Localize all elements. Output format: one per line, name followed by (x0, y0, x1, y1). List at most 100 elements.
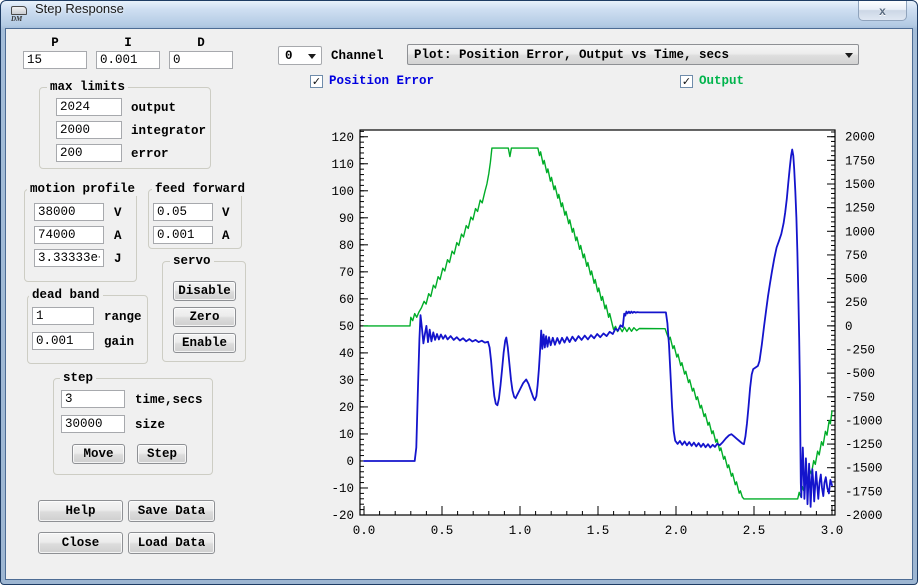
svg-text:110: 110 (331, 158, 354, 172)
title-bar[interactable]: DM Step Response x (1, 1, 917, 28)
help-button[interactable]: Help (38, 500, 123, 522)
check-icon: ✓ (312, 76, 321, 87)
ff-accel-input[interactable] (153, 226, 213, 244)
svg-text:30: 30 (339, 374, 354, 388)
max-limits-title: max limits (47, 80, 128, 94)
svg-text:1.0: 1.0 (509, 524, 532, 538)
velocity-label: V (114, 206, 122, 220)
ff-velocity-input[interactable] (153, 203, 213, 221)
svg-text:500: 500 (845, 273, 868, 287)
svg-text:750: 750 (845, 249, 868, 263)
channel-label: Channel (331, 49, 384, 63)
step-time-input[interactable] (61, 390, 125, 408)
svg-text:40: 40 (339, 347, 354, 361)
jerk-input[interactable] (34, 249, 104, 267)
svg-text:1250: 1250 (845, 202, 875, 216)
max-output-input[interactable] (56, 98, 122, 116)
jerk-label: J (114, 252, 122, 266)
svg-text:80: 80 (339, 239, 354, 253)
svg-text:2.5: 2.5 (743, 524, 766, 538)
accel-input[interactable] (34, 226, 104, 244)
svg-text:-1500: -1500 (845, 462, 883, 476)
servo-title: servo (170, 254, 214, 268)
check-icon: ✓ (682, 76, 691, 87)
svg-text:1000: 1000 (845, 225, 875, 239)
svg-text:-1750: -1750 (845, 485, 883, 499)
gain-input[interactable] (32, 332, 94, 350)
svg-text:3.0: 3.0 (821, 524, 844, 538)
step-response-window: DM Step Response x P I D 0 Channel Plot:… (0, 0, 918, 585)
step-size-label: size (135, 418, 165, 432)
ff-accel-label: A (222, 229, 230, 243)
enable-button[interactable]: Enable (173, 333, 236, 353)
i-label: I (96, 36, 160, 50)
svg-text:-250: -250 (845, 344, 875, 358)
svg-text:10: 10 (339, 428, 354, 442)
svg-text:250: 250 (845, 296, 868, 310)
svg-text:-20: -20 (331, 509, 354, 523)
max-integrator-label: integrator (131, 124, 206, 138)
close-dialog-button[interactable]: Close (38, 532, 123, 554)
p-input[interactable] (23, 51, 87, 69)
step-size-input[interactable] (61, 415, 125, 433)
p-label: P (23, 36, 87, 50)
plot-select-value: Plot: Position Error, Output vs Time, se… (414, 48, 729, 62)
app-icon: DM (10, 5, 30, 24)
output-label: Output (699, 74, 744, 88)
svg-text:-10: -10 (331, 482, 354, 496)
svg-text:0: 0 (346, 455, 354, 469)
velocity-input[interactable] (34, 203, 104, 221)
svg-text:70: 70 (339, 266, 354, 280)
svg-text:-500: -500 (845, 367, 875, 381)
range-label: range (104, 310, 142, 324)
load-data-button[interactable]: Load Data (128, 532, 215, 554)
d-input[interactable] (169, 51, 233, 69)
close-button[interactable]: x (858, 1, 907, 21)
svg-text:-2000: -2000 (845, 509, 883, 523)
output-checkbox[interactable]: ✓ (680, 75, 693, 88)
max-integrator-input[interactable] (56, 121, 122, 139)
app-icon-label: DM (11, 15, 22, 23)
ff-velocity-label: V (222, 206, 230, 220)
svg-text:90: 90 (339, 212, 354, 226)
plot-canvas: 1201101009080706050403020100-10-20200017… (321, 121, 918, 546)
svg-text:1500: 1500 (845, 178, 875, 192)
position-error-checkbox[interactable]: ✓ (310, 75, 323, 88)
svg-text:1.5: 1.5 (587, 524, 610, 538)
svg-text:50: 50 (339, 320, 354, 334)
max-error-input[interactable] (56, 144, 122, 162)
chevron-down-icon (845, 53, 853, 58)
svg-text:100: 100 (331, 185, 354, 199)
max-error-label: error (131, 147, 169, 161)
plot-select[interactable]: Plot: Position Error, Output vs Time, se… (407, 44, 859, 65)
close-icon: x (879, 4, 886, 18)
disable-button[interactable]: Disable (173, 281, 236, 301)
zero-button[interactable]: Zero (173, 307, 236, 327)
channel-select[interactable]: 0 (278, 46, 322, 65)
gain-label: gain (104, 335, 134, 349)
svg-text:2.0: 2.0 (665, 524, 688, 538)
svg-text:2000: 2000 (845, 131, 875, 145)
position-error-label: Position Error (329, 74, 434, 88)
feed-forward-title: feed forward (152, 182, 248, 196)
max-output-label: output (131, 101, 176, 115)
svg-text:0.0: 0.0 (353, 524, 376, 538)
svg-text:-750: -750 (845, 391, 875, 405)
svg-text:20: 20 (339, 401, 354, 415)
group-dead-band (27, 295, 148, 364)
step-button[interactable]: Step (137, 444, 187, 464)
i-input[interactable] (96, 51, 160, 69)
motion-profile-title: motion profile (27, 182, 138, 196)
svg-text:120: 120 (331, 131, 354, 145)
step-time-label: time,secs (135, 393, 203, 407)
save-data-button[interactable]: Save Data (128, 500, 215, 522)
step-title: step (60, 371, 96, 385)
svg-text:0.5: 0.5 (431, 524, 454, 538)
range-input[interactable] (32, 307, 94, 325)
channel-value: 0 (285, 49, 293, 63)
svg-text:1750: 1750 (845, 154, 875, 168)
app-icon-machine (11, 6, 27, 15)
dead-band-title: dead band (29, 288, 103, 302)
accel-label: A (114, 229, 122, 243)
move-button[interactable]: Move (72, 444, 125, 464)
